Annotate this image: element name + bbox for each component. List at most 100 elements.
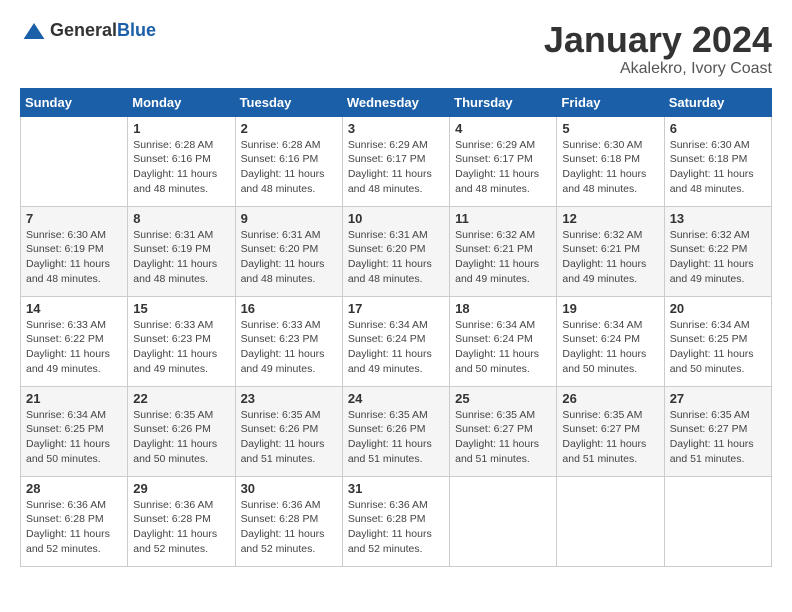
day-info: Sunrise: 6:30 AM Sunset: 6:18 PM Dayligh… [562, 138, 658, 197]
calendar-cell: 31Sunrise: 6:36 AM Sunset: 6:28 PM Dayli… [342, 476, 449, 566]
calendar-body: 1 Sunrise: 6:28 AM Sunset: 6:16 PM Daylig… [21, 116, 772, 566]
calendar-cell: 11 Sunrise: 6:32 AM Sunset: 6:21 PM Dayli… [450, 206, 557, 296]
day-number: 2 [241, 121, 337, 136]
day-info: Sunrise: 6:30 AM Sunset: 6:19 PM Dayligh… [26, 228, 122, 287]
calendar-cell: 16 Sunrise: 6:33 AM Sunset: 6:23 PM Dayli… [235, 296, 342, 386]
calendar-cell: 21 Sunrise: 6:34 AM Sunset: 6:25 PM Dayli… [21, 386, 128, 476]
day-info: Sunrise: 6:36 AM Sunset: 6:28 PM Dayligh… [26, 498, 122, 557]
day-info: Sunrise: 6:36 AM Sunset: 6:28 PM Dayligh… [241, 498, 337, 557]
calendar-cell: 26 Sunrise: 6:35 AM Sunset: 6:27 PM Dayli… [557, 386, 664, 476]
day-number: 18 [455, 301, 551, 316]
calendar-week-3: 14Sunrise: 6:33 AM Sunset: 6:22 PM Dayli… [21, 296, 772, 386]
day-number: 11 [455, 211, 551, 226]
day-number: 7 [26, 211, 122, 226]
calendar-cell: 25 Sunrise: 6:35 AM Sunset: 6:27 PM Dayli… [450, 386, 557, 476]
calendar-cell: 19Sunrise: 6:34 AM Sunset: 6:24 PM Dayli… [557, 296, 664, 386]
calendar-cell: 10 Sunrise: 6:31 AM Sunset: 6:20 PM Dayli… [342, 206, 449, 296]
day-number: 17 [348, 301, 444, 316]
page-header: GeneralBlue January 2024 Akalekro, Ivory… [20, 20, 772, 78]
header-cell-wednesday: Wednesday [342, 88, 449, 116]
day-number: 13 [670, 211, 766, 226]
day-number: 23 [241, 391, 337, 406]
calendar-cell: 14Sunrise: 6:33 AM Sunset: 6:22 PM Dayli… [21, 296, 128, 386]
header-cell-tuesday: Tuesday [235, 88, 342, 116]
day-number: 1 [133, 121, 229, 136]
header-cell-sunday: Sunday [21, 88, 128, 116]
day-info: Sunrise: 6:32 AM Sunset: 6:21 PM Dayligh… [562, 228, 658, 287]
day-number: 6 [670, 121, 766, 136]
day-number: 9 [241, 211, 337, 226]
day-info: Sunrise: 6:34 AM Sunset: 6:25 PM Dayligh… [26, 408, 122, 467]
day-info: Sunrise: 6:34 AM Sunset: 6:25 PM Dayligh… [670, 318, 766, 377]
day-number: 10 [348, 211, 444, 226]
day-info: Sunrise: 6:28 AM Sunset: 6:16 PM Dayligh… [241, 138, 337, 197]
calendar-cell: 6 Sunrise: 6:30 AM Sunset: 6:18 PM Daylig… [664, 116, 771, 206]
day-info: Sunrise: 6:34 AM Sunset: 6:24 PM Dayligh… [455, 318, 551, 377]
day-number: 21 [26, 391, 122, 406]
day-number: 3 [348, 121, 444, 136]
calendar-week-4: 21 Sunrise: 6:34 AM Sunset: 6:25 PM Dayli… [21, 386, 772, 476]
day-number: 27 [670, 391, 766, 406]
calendar-cell: 28Sunrise: 6:36 AM Sunset: 6:28 PM Dayli… [21, 476, 128, 566]
day-number: 5 [562, 121, 658, 136]
day-number: 12 [562, 211, 658, 226]
header-row: SundayMondayTuesdayWednesdayThursdayFrid… [21, 88, 772, 116]
logo-icon [22, 21, 46, 41]
calendar-cell [450, 476, 557, 566]
day-info: Sunrise: 6:29 AM Sunset: 6:17 PM Dayligh… [455, 138, 551, 197]
calendar-cell [664, 476, 771, 566]
header-cell-saturday: Saturday [664, 88, 771, 116]
day-number: 26 [562, 391, 658, 406]
calendar-cell: 13Sunrise: 6:32 AM Sunset: 6:22 PM Dayli… [664, 206, 771, 296]
calendar-cell: 20 Sunrise: 6:34 AM Sunset: 6:25 PM Dayli… [664, 296, 771, 386]
calendar-cell [557, 476, 664, 566]
day-info: Sunrise: 6:35 AM Sunset: 6:26 PM Dayligh… [348, 408, 444, 467]
month-title: January 2024 [544, 20, 772, 60]
calendar-cell: 5 Sunrise: 6:30 AM Sunset: 6:18 PM Daylig… [557, 116, 664, 206]
day-number: 16 [241, 301, 337, 316]
day-info: Sunrise: 6:33 AM Sunset: 6:23 PM Dayligh… [241, 318, 337, 377]
day-number: 25 [455, 391, 551, 406]
calendar-cell: 12 Sunrise: 6:32 AM Sunset: 6:21 PM Dayli… [557, 206, 664, 296]
calendar-cell: 2 Sunrise: 6:28 AM Sunset: 6:16 PM Daylig… [235, 116, 342, 206]
day-info: Sunrise: 6:29 AM Sunset: 6:17 PM Dayligh… [348, 138, 444, 197]
calendar-cell: 30 Sunrise: 6:36 AM Sunset: 6:28 PM Dayli… [235, 476, 342, 566]
day-info: Sunrise: 6:35 AM Sunset: 6:27 PM Dayligh… [670, 408, 766, 467]
calendar-cell: 1 Sunrise: 6:28 AM Sunset: 6:16 PM Daylig… [128, 116, 235, 206]
calendar-cell: 17Sunrise: 6:34 AM Sunset: 6:24 PM Dayli… [342, 296, 449, 386]
logo-text-general: General [50, 20, 117, 40]
calendar-cell: 3 Sunrise: 6:29 AM Sunset: 6:17 PM Daylig… [342, 116, 449, 206]
calendar-cell: 29 Sunrise: 6:36 AM Sunset: 6:28 PM Dayli… [128, 476, 235, 566]
header-cell-thursday: Thursday [450, 88, 557, 116]
day-number: 8 [133, 211, 229, 226]
calendar-cell: 23 Sunrise: 6:35 AM Sunset: 6:26 PM Dayli… [235, 386, 342, 476]
day-number: 20 [670, 301, 766, 316]
header-cell-friday: Friday [557, 88, 664, 116]
day-number: 29 [133, 481, 229, 496]
day-number: 15 [133, 301, 229, 316]
calendar-cell: 27 Sunrise: 6:35 AM Sunset: 6:27 PM Dayli… [664, 386, 771, 476]
calendar-cell: 4Sunrise: 6:29 AM Sunset: 6:17 PM Daylig… [450, 116, 557, 206]
calendar-cell: 18 Sunrise: 6:34 AM Sunset: 6:24 PM Dayli… [450, 296, 557, 386]
day-info: Sunrise: 6:31 AM Sunset: 6:19 PM Dayligh… [133, 228, 229, 287]
calendar-header: SundayMondayTuesdayWednesdayThursdayFrid… [21, 88, 772, 116]
day-info: Sunrise: 6:30 AM Sunset: 6:18 PM Dayligh… [670, 138, 766, 197]
day-number: 30 [241, 481, 337, 496]
header-cell-monday: Monday [128, 88, 235, 116]
day-info: Sunrise: 6:33 AM Sunset: 6:23 PM Dayligh… [133, 318, 229, 377]
logo: GeneralBlue [20, 20, 156, 41]
calendar-table: SundayMondayTuesdayWednesdayThursdayFrid… [20, 88, 772, 567]
day-info: Sunrise: 6:35 AM Sunset: 6:27 PM Dayligh… [455, 408, 551, 467]
day-number: 22 [133, 391, 229, 406]
day-info: Sunrise: 6:35 AM Sunset: 6:27 PM Dayligh… [562, 408, 658, 467]
day-info: Sunrise: 6:36 AM Sunset: 6:28 PM Dayligh… [133, 498, 229, 557]
day-info: Sunrise: 6:32 AM Sunset: 6:21 PM Dayligh… [455, 228, 551, 287]
day-info: Sunrise: 6:35 AM Sunset: 6:26 PM Dayligh… [241, 408, 337, 467]
day-info: Sunrise: 6:31 AM Sunset: 6:20 PM Dayligh… [348, 228, 444, 287]
day-number: 14 [26, 301, 122, 316]
calendar-cell: 24Sunrise: 6:35 AM Sunset: 6:26 PM Dayli… [342, 386, 449, 476]
location-title: Akalekro, Ivory Coast [544, 60, 772, 78]
calendar-cell: 8 Sunrise: 6:31 AM Sunset: 6:19 PM Daylig… [128, 206, 235, 296]
day-info: Sunrise: 6:36 AM Sunset: 6:28 PM Dayligh… [348, 498, 444, 557]
day-info: Sunrise: 6:28 AM Sunset: 6:16 PM Dayligh… [133, 138, 229, 197]
